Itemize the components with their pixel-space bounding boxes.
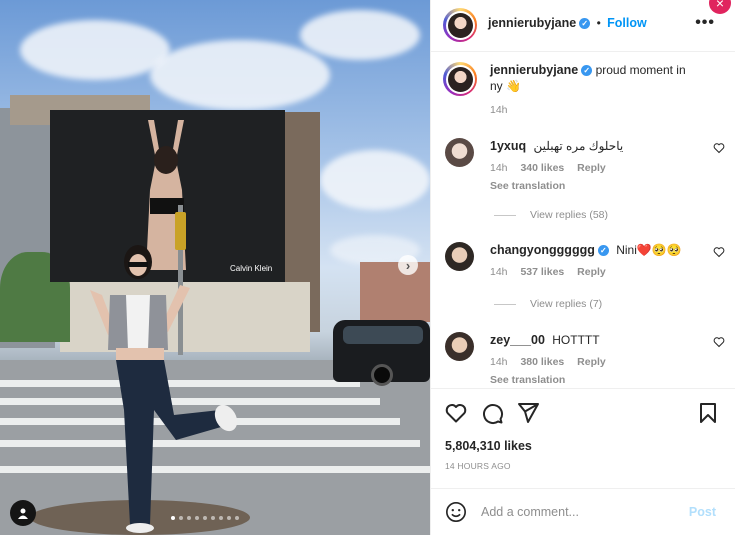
emoji-icon[interactable] — [445, 501, 467, 523]
see-translation-link[interactable]: See translation — [490, 178, 700, 194]
cloud — [150, 40, 330, 110]
cloud — [300, 10, 420, 60]
carousel-dot — [227, 516, 231, 520]
see-translation-link[interactable]: See translation — [490, 372, 700, 388]
more-icon[interactable]: ••• — [695, 14, 715, 32]
caption-body: jennierubyjane ✓ proud moment in ny 👋 14h — [490, 62, 700, 118]
carousel-next-button[interactable]: › — [398, 255, 418, 275]
post-photo[interactable]: Calvin Klein › — [0, 0, 430, 535]
view-replies-button[interactable]: View replies (7) — [494, 298, 602, 310]
comment-time: 14h — [490, 356, 508, 368]
view-replies-label: View replies (58) — [530, 209, 609, 221]
cloud — [320, 150, 430, 210]
follow-button[interactable]: Follow — [607, 16, 647, 30]
post-header: jennierubyjane ✓ • Follow ••• — [431, 0, 735, 52]
carousel-dot — [187, 516, 191, 520]
comment-time: 14h — [490, 266, 508, 278]
caption-avatar[interactable] — [443, 62, 477, 96]
post-side-panel: × jennierubyjane ✓ • Follow ••• jennierub… — [430, 0, 735, 535]
comments-list[interactable]: jennierubyjane ✓ proud moment in ny 👋 14h… — [431, 52, 735, 388]
person — [90, 245, 238, 533]
verified-icon: ✓ — [579, 18, 591, 30]
reply-button[interactable]: Reply — [577, 356, 606, 368]
comment-likes[interactable]: 340 likes — [520, 162, 564, 174]
verified-icon: ✓ — [581, 65, 593, 77]
carousel-dot — [203, 516, 207, 520]
post-timestamp: 14 HOURS AGO — [445, 461, 511, 471]
comment-likes[interactable]: 537 likes — [520, 266, 564, 278]
commenter-avatar[interactable] — [445, 332, 474, 361]
building — [360, 262, 430, 322]
comment-body: changyongggggg ✓ Nini❤️🥺🥺 14h 537 likes R… — [490, 242, 700, 280]
header-user: jennierubyjane ✓ • Follow — [488, 16, 647, 30]
comment-icon[interactable] — [480, 401, 504, 425]
commenter-avatar[interactable] — [445, 138, 474, 167]
carousel-dot — [219, 516, 223, 520]
reply-button[interactable]: Reply — [577, 266, 606, 278]
author-username[interactable]: jennierubyjane — [488, 16, 576, 30]
comment-time: 14h — [490, 162, 508, 174]
post-comment-button[interactable]: Post — [689, 505, 716, 519]
car — [333, 320, 430, 386]
avatar[interactable] — [443, 8, 477, 42]
carousel-dot — [171, 516, 175, 520]
view-replies-button[interactable]: View replies (58) — [494, 209, 608, 221]
view-replies-label: View replies (7) — [530, 298, 603, 310]
comment-text: ياحلوك مره تهبلين — [533, 139, 624, 153]
carousel-dot — [195, 516, 199, 520]
add-comment-bar: Add a comment... Post — [431, 488, 735, 535]
comment-likes[interactable]: 380 likes — [520, 356, 564, 368]
like-count[interactable]: 5,804,310 likes — [445, 439, 532, 453]
post-actions: 5,804,310 likes 14 HOURS AGO — [431, 388, 735, 488]
comment-meta: 14h 537 likes Reply — [490, 264, 700, 280]
comment-username[interactable]: changyongggggg — [490, 243, 595, 257]
comment-text: HOTTTT — [552, 333, 600, 347]
heart-icon[interactable] — [444, 401, 468, 425]
comment-username[interactable]: 1yxuq — [490, 139, 526, 153]
caption-username[interactable]: jennierubyjane — [490, 63, 578, 77]
carousel-dot — [235, 516, 239, 520]
like-comment-heart-icon[interactable] — [713, 142, 725, 154]
like-comment-heart-icon[interactable] — [713, 336, 725, 348]
replies-line — [494, 303, 516, 305]
caption-time: 14h — [490, 104, 508, 116]
comment-meta: 14h 340 likes Reply — [490, 160, 700, 176]
separator-dot: • — [596, 16, 601, 30]
like-comment-heart-icon[interactable] — [713, 246, 725, 258]
carousel-dot — [211, 516, 215, 520]
car-wheel — [371, 364, 393, 386]
comment-username[interactable]: zey___00 — [490, 333, 545, 347]
cloud — [20, 20, 170, 80]
comment-input[interactable]: Add a comment... — [481, 505, 579, 519]
reply-button[interactable]: Reply — [577, 162, 606, 174]
carousel-indicator — [171, 516, 239, 520]
commenter-avatar[interactable] — [445, 242, 474, 271]
comment-body: zey___00 HOTTTT 14h 380 likes Reply See … — [490, 332, 700, 388]
user-tag-button[interactable] — [10, 500, 36, 526]
comment-meta: 14h 380 likes Reply — [490, 354, 700, 370]
carousel-dot — [179, 516, 183, 520]
comment-text: Nini❤️🥺🥺 — [616, 243, 682, 257]
replies-line — [494, 214, 516, 216]
car-window — [343, 326, 423, 344]
chevron-right-icon: › — [405, 257, 411, 273]
comment-body: 1yxuq ياحلوك مره تهبلين 14h 340 likes Re… — [490, 138, 700, 194]
user-tag-icon — [18, 508, 28, 519]
bookmark-icon[interactable] — [696, 401, 720, 425]
verified-icon: ✓ — [597, 245, 609, 257]
share-icon[interactable] — [516, 401, 540, 425]
